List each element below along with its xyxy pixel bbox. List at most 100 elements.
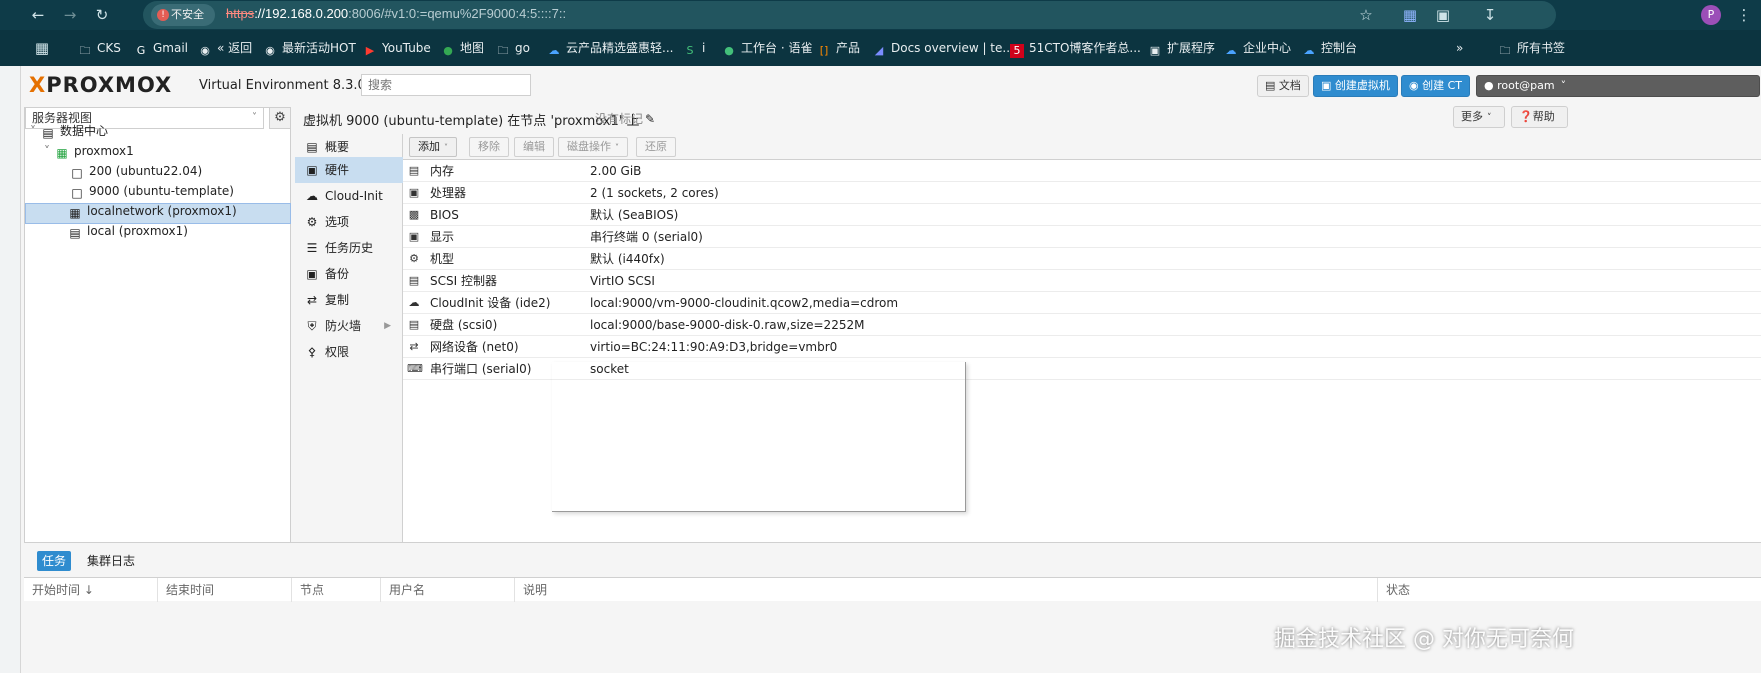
tree-node-datacenter[interactable]: ˅ ▤ 数据中心	[30, 121, 108, 141]
hardware-row[interactable]: ☁ CloudInit 设备 (ide2) local:9000/vm-9000-c…	[403, 292, 1761, 314]
cube-icon: ◉	[1409, 79, 1423, 92]
bookmark-item[interactable]: ☁ 控制台	[1302, 39, 1358, 57]
hardware-row[interactable]: ▤ 内存 2.00 GiB	[403, 160, 1761, 182]
bookmark-item[interactable]: ● 地图	[441, 39, 484, 57]
bookmark-star-icon[interactable]: ☆	[1356, 5, 1376, 25]
search-input[interactable]	[361, 74, 531, 96]
bookmark-item[interactable]: Si	[683, 39, 706, 57]
bookmark-item[interactable]: ◉ 最新活动HOT	[263, 39, 356, 57]
vm-icon: □	[71, 166, 83, 180]
hardware-row[interactable]: ▤ SCSI 控制器 VirtIO SCSI	[403, 270, 1761, 292]
remove-button[interactable]: 移除	[469, 137, 509, 157]
docs-brand-icon: ◢	[874, 44, 884, 57]
user-icon: ●	[1484, 79, 1498, 92]
column-start-time[interactable]: 开始时间 ↓	[24, 578, 158, 602]
url-host: ://192.168.0.200	[254, 6, 349, 21]
column-node[interactable]: 节点	[292, 578, 381, 602]
nav-options[interactable]: ⚙ 选项	[295, 209, 403, 235]
nav-firewall[interactable]: ⛨ 防火墙 ▶	[295, 313, 403, 339]
revert-button[interactable]: 还原	[636, 137, 676, 157]
column-description[interactable]: 说明	[515, 578, 1378, 602]
youtube-icon: ▶	[365, 44, 375, 57]
download-icon[interactable]: ↧	[1480, 5, 1500, 25]
more-button[interactable]: 更多 ˅	[1453, 106, 1505, 128]
sdn-grid-icon: ▦	[69, 206, 81, 220]
tree-node-vm-200[interactable]: □ 200 (ubuntu22.04)	[69, 161, 202, 181]
bookmark-item[interactable]: ◢ Docs overview | te...	[872, 39, 1014, 57]
forward-icon[interactable]: →	[60, 5, 80, 25]
bookmark-item[interactable]: [] 产品	[817, 39, 860, 57]
tree-node-local-storage[interactable]: ▤ local (proxmox1)	[67, 221, 188, 241]
puzzle-icon: ▣	[1149, 44, 1161, 57]
bookmark-item[interactable]: ☁ 云产品精选盛惠轻...	[547, 39, 674, 57]
browser-toolbar: ← → ↻ ! 不安全 https://192.168.0.200:8006/#…	[0, 0, 1761, 30]
bookmark-item[interactable]: ▣ 扩展程序	[1148, 39, 1215, 57]
profile-avatar[interactable]: P	[1701, 5, 1721, 25]
bookmark-item[interactable]: ▶ YouTube	[363, 39, 431, 57]
nav-cloud-init[interactable]: ☁ Cloud-Init	[295, 183, 403, 209]
nav-hardware[interactable]: ▣ 硬件	[295, 157, 403, 183]
bookmark-item[interactable]: 🗀 所有书签	[1498, 39, 1566, 57]
url-rest: :8006/#v1:0:=qemu%2F9000:4:5::::7::	[348, 6, 567, 21]
menu-kebab-icon[interactable]: ⋮	[1734, 5, 1754, 25]
tags-editor[interactable]: 没有标记 ✎	[595, 110, 655, 127]
bookmark-item[interactable]: 🗀 CKS	[78, 39, 121, 57]
hardware-row[interactable]: ▩ BIOS 默认 (SeaBIOS)	[403, 204, 1761, 226]
hardware-row[interactable]: ⚙ 机型 默认 (i440fx)	[403, 248, 1761, 270]
map-pin-icon: ●	[443, 44, 453, 57]
template-icon: □	[71, 186, 83, 200]
tree-node-vm-9000[interactable]: □ 9000 (ubuntu-template)	[69, 181, 234, 201]
app-header: XPROXMOX Virtual Environment 8.3.0 ▤ 文档 …	[21, 66, 1761, 103]
url-text[interactable]: https://192.168.0.200:8006/#v1:0:=qemu%2…	[226, 6, 566, 21]
more-bookmarks-icon[interactable]: »	[1456, 39, 1463, 57]
bookmark-item[interactable]: G Gmail	[134, 39, 188, 57]
nav-permissions[interactable]: ⚴ 权限	[295, 339, 403, 365]
cloud-brand-icon: ☁	[1303, 44, 1315, 57]
help-button[interactable]: ❓帮助	[1511, 106, 1568, 128]
nav-replication[interactable]: ⇄ 复制	[295, 287, 403, 313]
folder-icon: 🗀	[1499, 44, 1511, 57]
database-icon: ▤	[408, 274, 420, 287]
hardware-row[interactable]: ⇄ 网络设备 (net0) virtio=BC:24:11:90:A9:D3,bri…	[403, 336, 1761, 358]
google-icon: G	[136, 44, 146, 57]
bookmark-item[interactable]: ◉ « 返回	[198, 39, 252, 57]
datacenter-icon: ▤	[42, 126, 54, 140]
hardware-row[interactable]: ▤ 硬盘 (scsi0) local:9000/base-9000-disk-0.r…	[403, 314, 1761, 336]
bookmark-item[interactable]: 5 51CTO博客作者总...	[1010, 39, 1141, 58]
hardware-row[interactable]: ▣ 显示 串行终端 0 (serial0)	[403, 226, 1761, 248]
user-menu-button[interactable]: ● root@pam ˅	[1476, 75, 1760, 97]
tree-node-localnetwork[interactable]: ▦ localnetwork (proxmox1)	[67, 201, 236, 221]
puzzle-icon[interactable]: ▣	[1433, 5, 1453, 25]
hardware-row[interactable]: ▣ 处理器 2 (1 sockets, 2 cores)	[403, 182, 1761, 204]
pencil-icon: ✎	[645, 112, 656, 126]
apps-grid-icon[interactable]: ▦	[32, 38, 52, 58]
nav-task-history[interactable]: ☰ 任务历史	[295, 235, 403, 261]
cpu-icon: ▣	[408, 186, 420, 199]
column-end-time[interactable]: 结束时间	[158, 578, 292, 602]
back-icon[interactable]: ←	[28, 5, 48, 25]
keyboard-icon: ⌨	[407, 362, 423, 375]
tab-tasks[interactable]: 任务	[37, 551, 71, 571]
edit-button[interactable]: 编辑	[514, 137, 554, 157]
tab-cluster-log[interactable]: 集群日志	[87, 551, 135, 571]
tree-node-proxmox1[interactable]: ˅ ▦ proxmox1	[44, 141, 134, 161]
extension-icon[interactable]: ▦	[1400, 5, 1420, 25]
column-username[interactable]: 用户名	[381, 578, 515, 602]
create-vm-button[interactable]: ▣ 创建虚拟机	[1313, 75, 1398, 97]
bookmark-item[interactable]: 🗀 go	[496, 39, 530, 57]
docs-button[interactable]: ▤ 文档	[1257, 75, 1309, 97]
column-status[interactable]: 状态	[1378, 578, 1761, 602]
chevron-down-icon: ˅	[444, 143, 448, 152]
unlock-icon: ⚴	[307, 345, 317, 359]
reload-icon[interactable]: ↻	[92, 5, 112, 25]
add-button[interactable]: 添加 ˅	[409, 137, 457, 157]
disk-action-button[interactable]: 磁盘操作 ˅	[558, 137, 628, 157]
bookmark-item[interactable]: ● 工作台 · 语雀	[722, 39, 812, 57]
security-chip[interactable]: ! 不安全	[151, 4, 215, 26]
microchip-icon: ▩	[408, 208, 420, 221]
gear-icon[interactable]: ⚙	[269, 107, 291, 129]
bookmark-item[interactable]: ☁ 企业中心	[1224, 39, 1292, 57]
create-ct-button[interactable]: ◉ 创建 CT	[1401, 75, 1471, 97]
page-title: 虚拟机 9000 (ubuntu-template) 在节点 'proxmox1…	[303, 114, 640, 129]
nav-backup[interactable]: ▣ 备份	[295, 261, 403, 287]
